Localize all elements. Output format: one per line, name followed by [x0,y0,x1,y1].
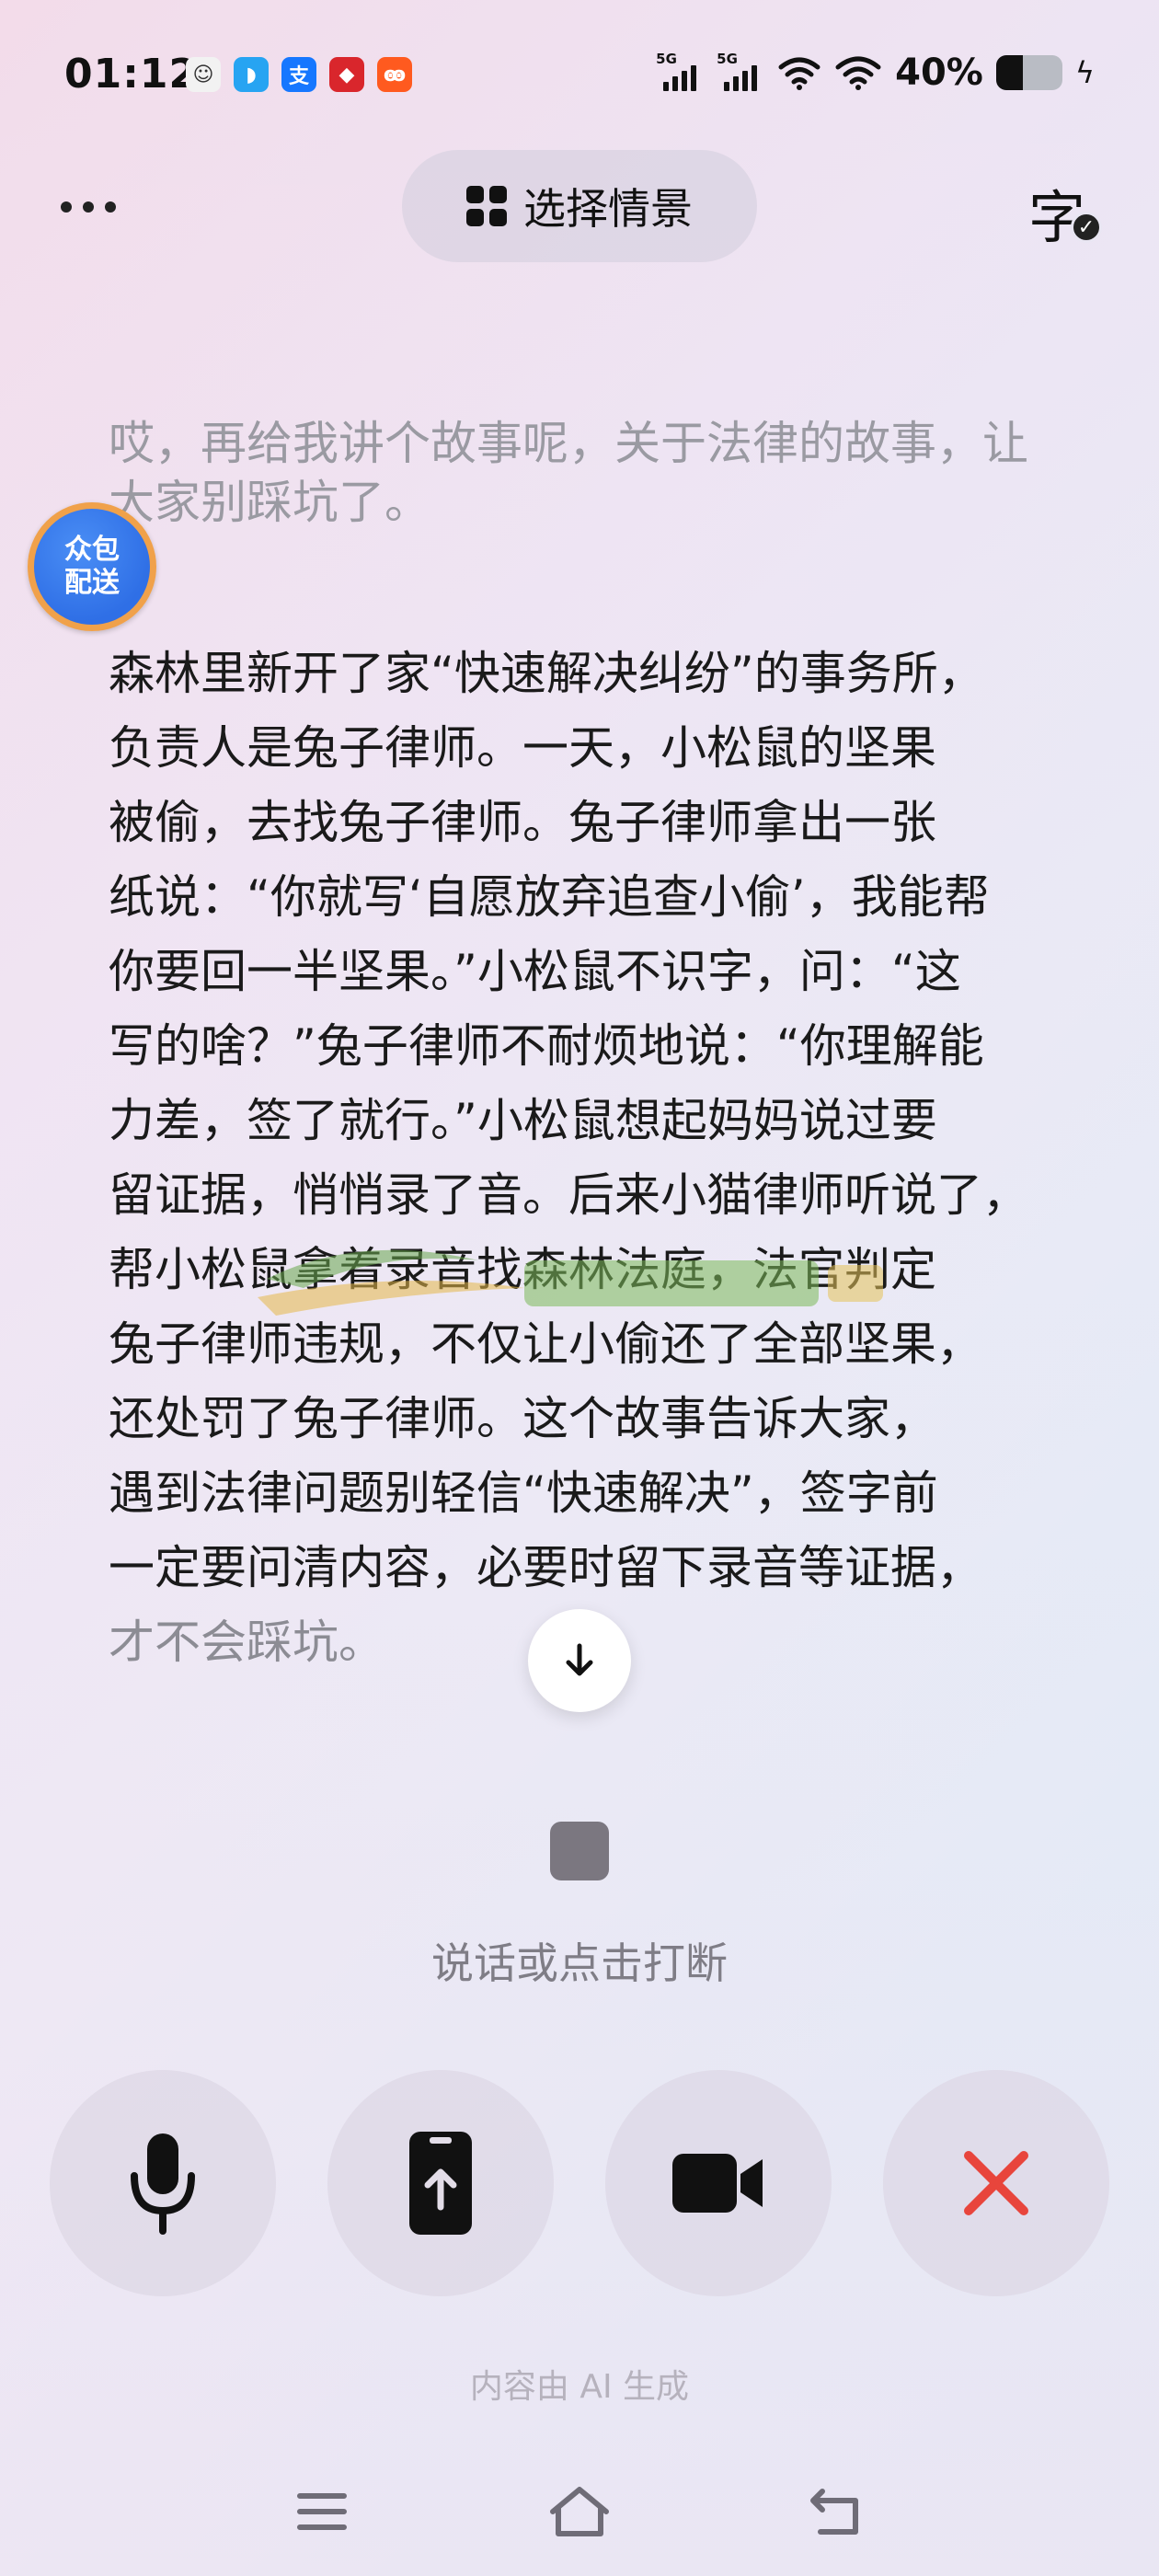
ai-response-line: 还处罚了兔子律师。这个故事告诉大家， [109,1392,936,1445]
video-camera-icon [672,2154,763,2213]
ai-response-line: 被偷，去找兔子律师。兔子律师拿出一张 [109,796,936,849]
ai-response-line: 负责人是兔子律师。一天，小松鼠的坚果 [109,721,936,775]
wifi-icon [835,56,881,90]
more-options-button[interactable] [61,189,134,225]
subtitle-toggle-button[interactable]: 字 ✓ [1028,171,1102,251]
video-button[interactable] [605,2070,832,2296]
news-app-icon: ◆ [329,57,364,92]
select-scene-button[interactable]: 选择情景 [402,150,757,262]
ai-response: 森林里新开了家“快速解决纠纷”的事务所， 负责人是兔子律师。一天，小松鼠的坚果 被偷… [109,637,1065,1680]
dot-icon [61,201,72,213]
battery-icon [995,55,1062,90]
home-icon [550,2487,609,2536]
recent-apps-button[interactable] [285,2475,359,2548]
avatar-app-icon: ☺ [186,57,221,92]
ai-response-line: 留证据，悄悄录了音。后来小猫律师听说了， [109,1168,1028,1222]
wifi-icon [778,57,820,90]
ai-response-line: 遇到法律问题别轻信“快速解决”，签字前 [109,1466,938,1520]
battery-percent: 40% [895,52,983,94]
status-indicators: 5G 5G 40% ϟ [656,51,1095,94]
hang-up-button[interactable] [883,2070,1109,2296]
dot-icon [105,201,116,213]
bird-app-icon: ◗ [234,57,269,92]
grid-icon [466,186,507,226]
check-icon: ✓ [1071,212,1102,243]
close-icon [964,2151,1028,2215]
taobao-app-icon: ꙭ [377,57,412,92]
ai-generated-notice: 内容由 AI 生成 [469,2368,690,2406]
badge-line: 配送 [64,567,120,599]
charging-icon: ϟ [1074,55,1095,90]
ai-response-line: 森林里新开了家“快速解决纠纷”的事务所， [109,647,984,700]
cellular-signal-icon: 5G [717,51,764,91]
dot-icon [83,201,94,213]
menu-icon [297,2493,347,2530]
interrupt-hint: 说话或点击打断 [431,1938,728,1988]
cellular-signal-icon: 5G [656,51,704,91]
alipay-app-icon: 支 [281,57,316,92]
status-time: 01:12 [64,51,199,98]
home-button[interactable] [543,2475,616,2548]
badge-line: 众包 [64,534,120,566]
phone-upload-icon [409,2132,472,2235]
delivery-floating-badge[interactable]: 众包 配送 [28,502,156,631]
select-scene-label: 选择情景 [523,184,693,234]
stop-speaking-button[interactable] [550,1822,609,1880]
arrow-down-icon [566,1643,593,1676]
microphone-icon [131,2133,195,2235]
user-message: 哎，再给我讲个故事呢，关于法律的故事，让大家别踩坑了。 [109,417,1028,529]
notification-icons: ☺ ◗ 支 ◆ ꙭ [186,57,412,92]
ai-response-line: 帮小松鼠拿着录音找森林法庭，法官判定 [109,1243,936,1296]
ai-response-line: 兔子律师违规，不仅让小偷还了全部坚果， [109,1317,982,1371]
ai-response-line: 你要回一半坚果。”小松鼠不识字，问：“这 [109,945,961,998]
ai-response-line: 一定要问清内容，必要时留下录音等证据， [109,1541,982,1594]
status-bar: 01:12 ☺ ◗ 支 ◆ ꙭ 5G 5G 40% ϟ [0,0,1159,156]
back-button[interactable] [800,2475,874,2548]
share-screen-button[interactable] [327,2070,554,2296]
back-icon [810,2489,858,2535]
scroll-to-bottom-button[interactable] [528,1609,631,1712]
microphone-button[interactable] [50,2070,276,2296]
ai-response-line: 纸说：“你就写‘自愿放弃追查小偷’，我能帮 [109,870,990,924]
ai-response-line: 写的啥？”兔子律师不耐烦地说：“你理解能 [109,1019,984,1073]
ai-response-line: 力差，签了就行。”小松鼠想起妈妈说过要 [109,1094,937,1147]
